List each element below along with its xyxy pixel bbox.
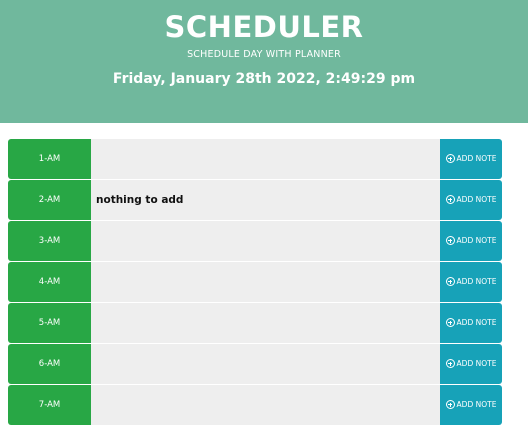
add-note-label: ADD NOTE	[456, 400, 497, 409]
plus-circle-icon	[445, 154, 455, 163]
time-row: 6-AM ADD NOTE	[8, 344, 502, 385]
plus-circle-icon	[445, 359, 455, 368]
add-note-button[interactable]: ADD NOTE	[440, 180, 502, 220]
note-field[interactable]	[91, 344, 440, 384]
app-title: SCHEDULER	[164, 10, 364, 44]
add-note-label: ADD NOTE	[456, 359, 497, 368]
add-note-button[interactable]: ADD NOTE	[440, 262, 502, 302]
plus-circle-icon	[445, 277, 455, 286]
hour-label: 5-AM	[8, 303, 91, 343]
time-row: 3-AM ADD NOTE	[8, 221, 502, 262]
note-field[interactable]	[91, 139, 440, 179]
time-row: 2-AM nothing to add ADD NOTE	[8, 180, 502, 221]
hour-label: 7-AM	[8, 385, 91, 425]
add-note-label: ADD NOTE	[456, 236, 497, 245]
app-subtitle: SCHEDULE DAY WITH PLANNER	[187, 49, 341, 60]
add-note-button[interactable]: ADD NOTE	[440, 303, 502, 343]
note-field[interactable]	[91, 262, 440, 302]
hour-label: 6-AM	[8, 344, 91, 384]
note-field[interactable]	[91, 303, 440, 343]
page-header: SCHEDULER SCHEDULE DAY WITH PLANNER Frid…	[0, 0, 528, 123]
plus-circle-icon	[445, 318, 455, 327]
add-note-label: ADD NOTE	[456, 318, 497, 327]
note-field[interactable]	[91, 385, 440, 425]
note-field[interactable]	[91, 221, 440, 261]
add-note-button[interactable]: ADD NOTE	[440, 221, 502, 261]
time-row: 4-AM ADD NOTE	[8, 262, 502, 303]
add-note-button[interactable]: ADD NOTE	[440, 385, 502, 425]
time-row: 5-AM ADD NOTE	[8, 303, 502, 344]
plus-circle-icon	[445, 195, 455, 204]
timeblocks: 1-AM ADD NOTE 2-AM nothing to add ADD NO…	[8, 139, 502, 426]
add-note-button[interactable]: ADD NOTE	[440, 139, 502, 179]
add-note-label: ADD NOTE	[456, 154, 497, 163]
hour-label: 4-AM	[8, 262, 91, 302]
note-field[interactable]: nothing to add	[91, 180, 440, 220]
plus-circle-icon	[445, 400, 455, 409]
plus-circle-icon	[445, 236, 455, 245]
hour-label: 1-AM	[8, 139, 91, 179]
hour-label: 2-AM	[8, 180, 91, 220]
hour-label: 3-AM	[8, 221, 91, 261]
add-note-label: ADD NOTE	[456, 277, 497, 286]
current-day: Friday, January 28th 2022, 2:49:29 pm	[112, 71, 416, 87]
time-row: 1-AM ADD NOTE	[8, 139, 502, 180]
add-note-button[interactable]: ADD NOTE	[440, 344, 502, 384]
time-row: 7-AM ADD NOTE	[8, 385, 502, 426]
add-note-label: ADD NOTE	[456, 195, 497, 204]
